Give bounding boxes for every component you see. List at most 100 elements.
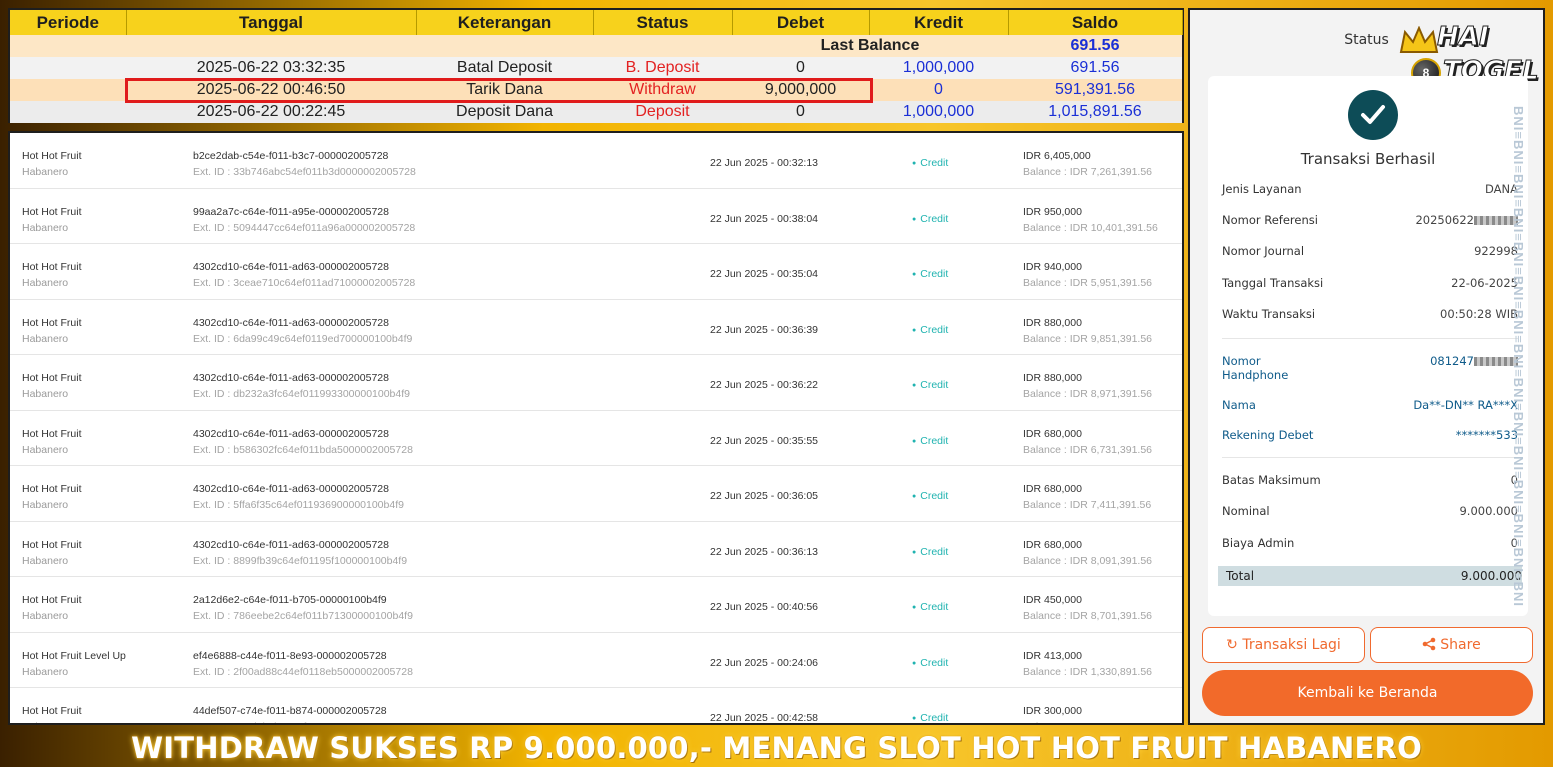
- transaction-amount: IDR 880,000: [1023, 372, 1082, 384]
- provider-name: Habanero: [22, 665, 69, 678]
- divider: [1222, 338, 1518, 339]
- transaction-id: b2ce2dab-c54e-f011-b3c7-000002005728: [193, 150, 389, 162]
- game-name: Hot Hot Fruit Level Up: [22, 649, 126, 662]
- transaction-status: Credit: [912, 435, 948, 447]
- transaksi-lagi-button[interactable]: ↻ Transaksi Lagi: [1202, 627, 1365, 663]
- share-button[interactable]: Share: [1370, 627, 1533, 663]
- col-tanggal: Tanggal: [126, 10, 417, 35]
- provider-name: Habanero: [22, 610, 69, 622]
- provider-name: Habanero: [22, 332, 69, 345]
- last-balance-label: Last Balance: [732, 35, 1008, 57]
- row-saldo: 591,391.56: [1008, 79, 1182, 101]
- transaction-amount: IDR 880,000: [1023, 316, 1082, 329]
- transaction-status: Credit: [912, 324, 948, 336]
- statement-row: 2025-06-22 00:22:45 Deposit Dana Deposit…: [10, 101, 1182, 123]
- success-check-icon: [1348, 90, 1398, 140]
- transaction-row: Hot Hot Fruit Habanero 4302cd10-c64e-f011-…: [10, 466, 1182, 522]
- transaction-balance: Balance : IDR 8,701,391.56: [1023, 610, 1153, 622]
- row-tanggal: 2025-06-22 00:22:45: [126, 101, 416, 123]
- bni-watermark: BNI≡BNI≡BNI≡BNI≡BNI≡BNI≡BNI≡BNI≡BNI≡BNI≡…: [1512, 106, 1526, 606]
- external-id: Ext. ID : 786eebe2c64ef011b71300000100b4…: [193, 610, 413, 622]
- transaction-row: Hot Hot Fruit Habanero 4302cd10-c64e-f011-…: [10, 244, 1182, 300]
- receipt-panel: Status HAI 8 TOGEL Ghaitogel Transaksi B…: [1188, 8, 1545, 725]
- transaction-status: Credit: [912, 213, 948, 225]
- transaction-date: 22 Jun 2025 - 00:40:56: [710, 601, 819, 613]
- transaction-date: 22 Jun 2025 - 00:38:04: [710, 212, 819, 225]
- provider-name: Habanero: [22, 221, 69, 234]
- transaction-date: 22 Jun 2025 - 00:36:22: [710, 379, 819, 391]
- row-tanggal: 2025-06-22 00:46:50: [126, 79, 416, 101]
- transaction-amount: IDR 300,000: [1023, 705, 1082, 717]
- transaction-amount: IDR 680,000: [1023, 427, 1082, 440]
- row-keterangan: Deposit Dana: [416, 101, 593, 123]
- transaction-amount: IDR 680,000: [1023, 483, 1082, 495]
- game-name: Hot Hot Fruit: [22, 594, 82, 606]
- transaction-amount: IDR 450,000: [1023, 594, 1082, 606]
- col-keterangan: Keterangan: [416, 10, 594, 35]
- game-name: Hot Hot Fruit: [22, 372, 82, 384]
- transaction-balance: Balance : IDR 6,731,391.56: [1023, 443, 1153, 456]
- external-id: Ext. ID : 5ffa6f35c64ef011936900000100b4…: [193, 499, 404, 511]
- transaction-status: Credit: [912, 712, 948, 723]
- total-row: Total 9.000.000: [1218, 566, 1522, 586]
- transaction-row: Hot Hot Fruit Habanero 44def507-c74e-f011-…: [10, 688, 1182, 724]
- provider-name: Habanero: [22, 277, 69, 289]
- transaction-id: 2a12d6e2-c64e-f011-b705-00000100b4f9: [193, 594, 387, 606]
- external-id: Ext. ID : 3ceae710c64ef011ad710000020057…: [193, 277, 416, 289]
- provider-name: Habanero: [22, 721, 68, 723]
- transaction-row: Hot Hot Fruit Habanero 99aa2a7c-c64e-f011-…: [10, 189, 1182, 244]
- game-name: Hot Hot Fruit: [22, 705, 82, 717]
- provider-name: Habanero: [22, 443, 69, 456]
- row-kredit: 1,000,000: [869, 101, 1008, 123]
- col-status: Status: [593, 10, 733, 35]
- transaction-row: Hot Hot Fruit Habanero 4302cd10-c64e-f011-…: [10, 411, 1182, 466]
- transaction-id: 99aa2a7c-c64e-f011-a95e-000002005728: [193, 205, 389, 218]
- transaction-row: Hot Hot Fruit Habanero 2a12d6e2-c64e-f011-…: [10, 577, 1182, 633]
- row-debet: 0: [732, 57, 869, 79]
- game-name: Hot Hot Fruit: [22, 261, 82, 273]
- transaksi-lagi-label: Transaksi Lagi: [1242, 637, 1341, 653]
- transaction-status: Credit: [912, 157, 948, 169]
- transaction-amount: IDR 6,405,000: [1023, 150, 1091, 162]
- transaction-date: 22 Jun 2025 - 00:35:55: [710, 434, 819, 447]
- external-id: Ext. ID : b586302fc64ef011bda50000020057…: [193, 443, 413, 456]
- transaction-status: Credit: [912, 490, 948, 502]
- external-id: Ext. ID : 8899fb39c64ef01195f100000100b4…: [193, 554, 408, 567]
- transaction-row: Hot Hot Fruit Habanero 4302cd10-c64e-f011-…: [10, 300, 1182, 355]
- transaction-id: 4302cd10-c64e-f011-ad63-000002005728: [193, 316, 389, 329]
- row-tanggal: 2025-06-22 03:32:35: [126, 57, 416, 79]
- transaction-amount: IDR 680,000: [1023, 538, 1082, 551]
- game-name: Hot Hot Fruit: [22, 316, 82, 329]
- row-status: Withdraw: [593, 79, 732, 101]
- transaction-balance: Balance : IDR 8,091,391.56: [1023, 554, 1153, 567]
- col-periode: Periode: [10, 10, 127, 35]
- transaction-date: 22 Jun 2025 - 00:35:04: [710, 268, 819, 280]
- transaction-status: Credit: [912, 379, 948, 391]
- statement-row-highlighted: 2025-06-22 00:46:50 Tarik Dana Withdraw …: [10, 79, 1182, 101]
- transaction-date: 22 Jun 2025 - 00:42:58: [710, 712, 819, 724]
- logo-word-hai: HAI: [1437, 22, 1490, 53]
- kembali-ke-beranda-button[interactable]: Kembali ke Beranda: [1202, 670, 1533, 716]
- row-debet: 0: [732, 101, 869, 123]
- transaction-status: Credit: [912, 657, 948, 669]
- total-label: Total: [1226, 569, 1255, 583]
- divider: [1222, 457, 1518, 458]
- last-balance-row: Last Balance 691.56: [10, 35, 1182, 57]
- share-icon: [1422, 637, 1436, 651]
- provider-name: Habanero: [22, 499, 69, 511]
- transaction-row: Hot Hot Fruit Habanero 4302cd10-c64e-f011-…: [10, 355, 1182, 411]
- transaction-id: 4302cd10-c64e-f011-ad63-000002005728: [193, 261, 389, 273]
- provider-name: Habanero: [22, 166, 69, 178]
- game-name: Hot Hot Fruit: [22, 427, 82, 440]
- transaction-balance: Balance : IDR 1,330,891.56: [1023, 665, 1153, 678]
- crown-icon: [1399, 26, 1439, 53]
- external-id: Ext. ID : 2f00ad88c44ef0118eb50000020057…: [193, 665, 413, 678]
- row-saldo: 1,015,891.56: [1008, 101, 1182, 123]
- transaction-date: 22 Jun 2025 - 00:24:06: [710, 656, 819, 669]
- transaction-id: 4302cd10-c64e-f011-ad63-000002005728: [193, 427, 389, 440]
- transaction-status: Credit: [912, 546, 948, 558]
- col-kredit: Kredit: [869, 10, 1009, 35]
- external-id: Ext. ID : 33b746abc54ef011b3d00000020057…: [193, 166, 416, 178]
- game-name: Hot Hot Fruit: [22, 150, 82, 162]
- transaction-id: ef4e6888-c44e-f011-8e93-000002005728: [193, 649, 387, 662]
